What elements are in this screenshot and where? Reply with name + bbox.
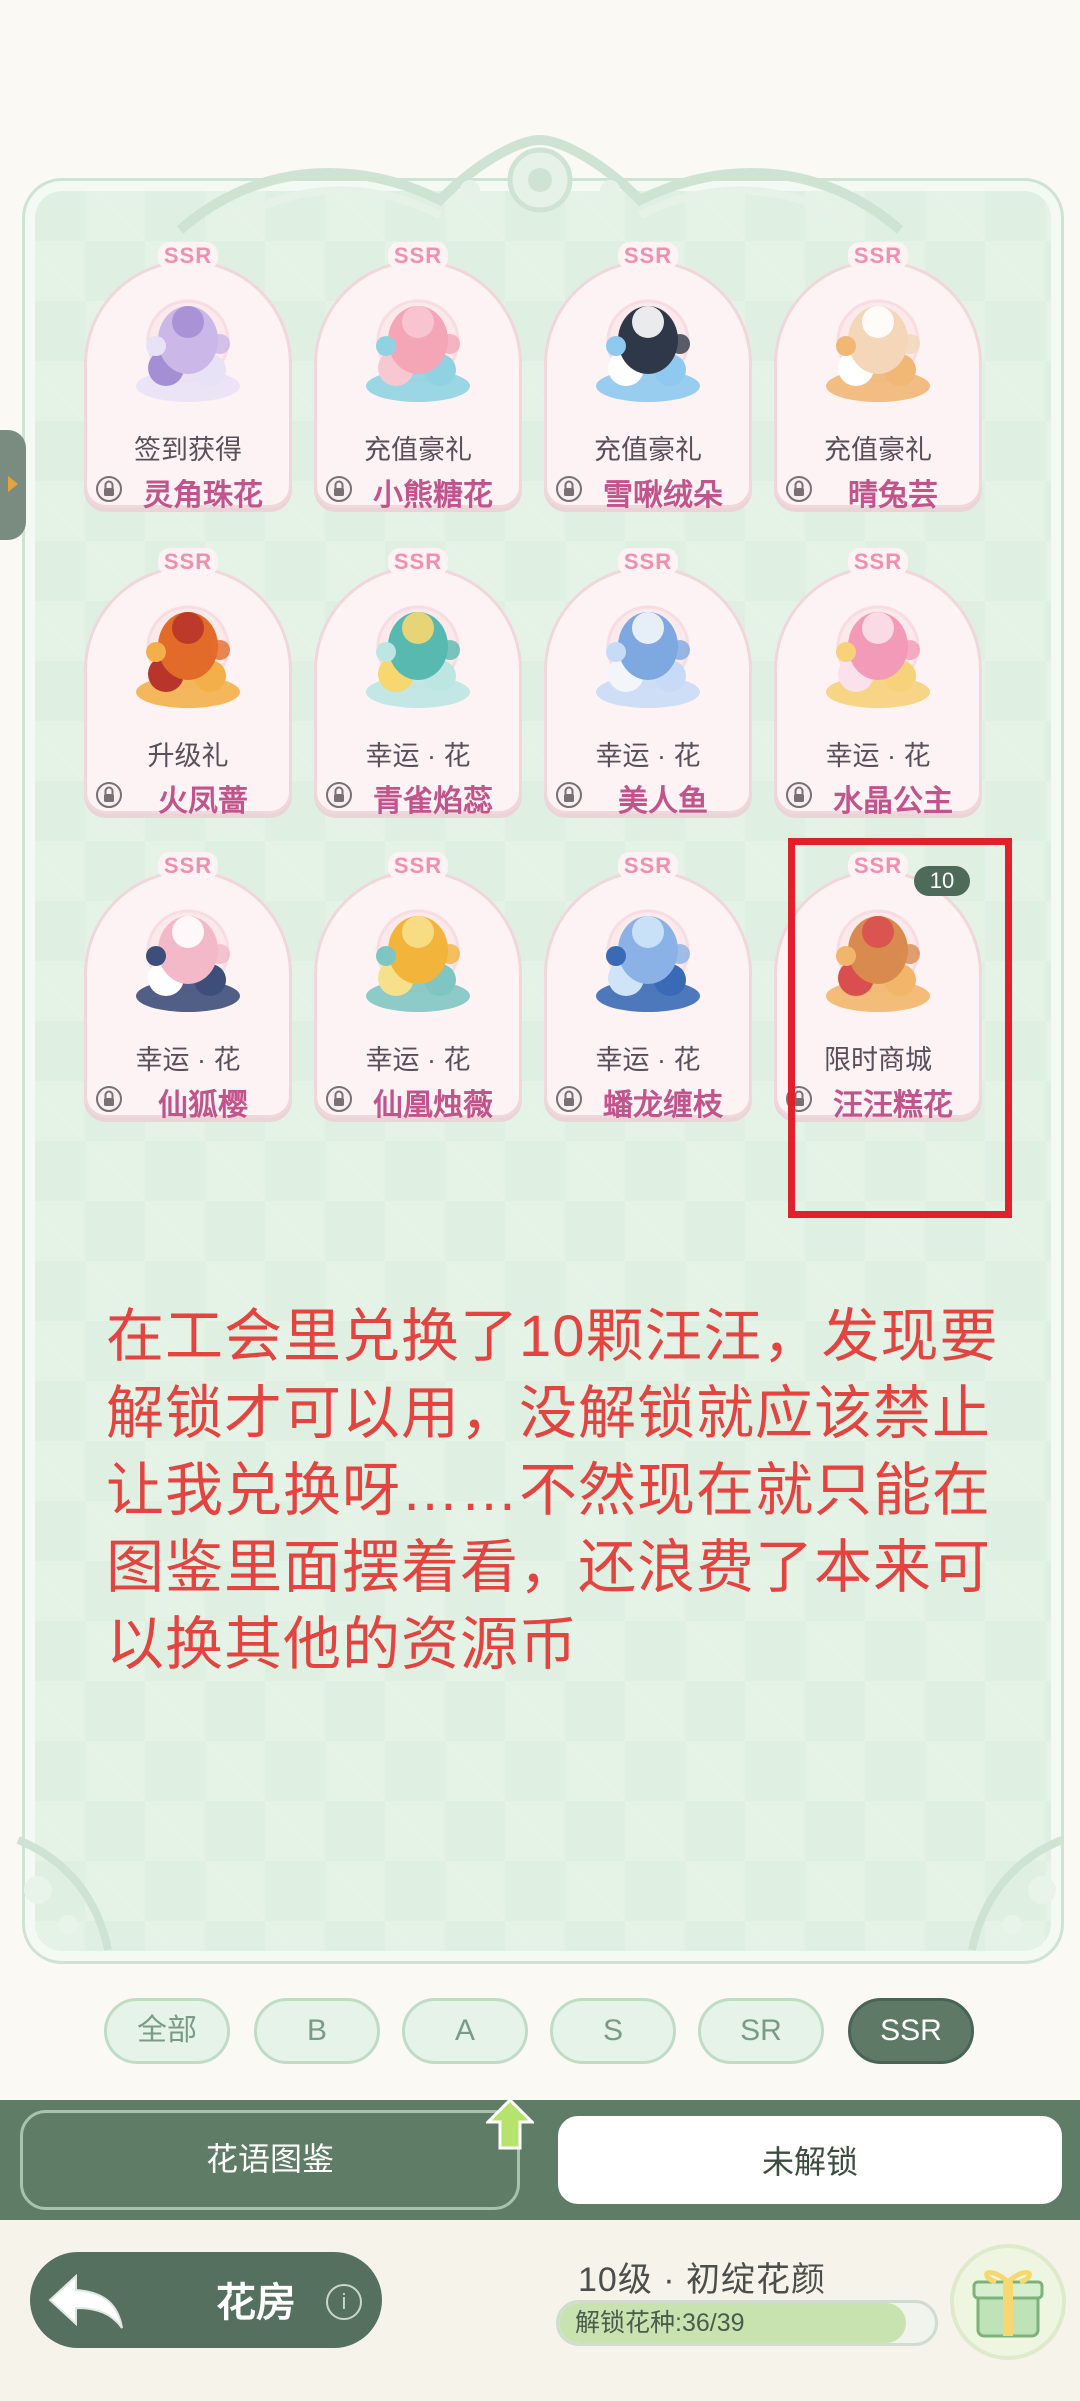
- card-name: 灵角珠花: [143, 479, 263, 512]
- flower-art: [366, 916, 470, 1012]
- flower-card[interactable]: SSR 充值豪礼 小熊糖花: [314, 238, 522, 512]
- flower-card[interactable]: SSR 签到获得 灵角珠花: [84, 238, 292, 512]
- home-button[interactable]: 花房 i: [30, 2252, 382, 2348]
- rarity-badge: SSR: [848, 548, 908, 576]
- back-arrow-icon: [48, 2273, 123, 2329]
- rarity-badge: SSR: [618, 852, 678, 880]
- filter-all[interactable]: 全部: [104, 1998, 230, 2064]
- flower-card[interactable]: SSR 升级礼 火凤蔷: [84, 544, 292, 818]
- flower-card[interactable]: SSR 幸运 · 花 美人鱼: [544, 544, 752, 818]
- unlock-progress-bar: 解锁花种:36/39: [556, 2300, 938, 2346]
- card-name: 水晶公主: [833, 785, 953, 818]
- info-icon[interactable]: i: [326, 2284, 362, 2320]
- filter-s[interactable]: S: [550, 1998, 676, 2064]
- card-name: 仙狐樱: [158, 1089, 248, 1122]
- flower-art: [826, 612, 930, 708]
- flower-art: [596, 612, 700, 708]
- rarity-badge: SSR: [388, 242, 448, 270]
- card-name: 雪啾绒朵: [603, 479, 723, 512]
- level-title: 10级 · 初绽花颜: [578, 2261, 827, 2299]
- card-source: 幸运 · 花: [825, 741, 931, 771]
- filter-b[interactable]: B: [254, 1998, 380, 2064]
- card-source: 充值豪礼: [594, 435, 702, 465]
- flower-art: [596, 916, 700, 1012]
- card-source: 幸运 · 花: [365, 741, 471, 771]
- tab-flower-codex[interactable]: 花语图鉴: [20, 2110, 520, 2210]
- rarity-badge: SSR: [158, 852, 218, 880]
- flower-card[interactable]: SSR 充值豪礼 晴兔芸: [774, 238, 982, 512]
- flower-card[interactable]: SSR 幸运 · 花 仙狐樱: [84, 848, 292, 1122]
- card-source: 签到获得: [134, 435, 242, 465]
- rarity-badge: SSR: [158, 242, 218, 270]
- flower-card[interactable]: SSR 充值豪礼 雪啾绒朵: [544, 238, 752, 512]
- corner-ornament-left: [16, 1836, 112, 1951]
- flower-card[interactable]: SSR 幸运 · 花 蟠龙缠枝: [544, 848, 752, 1122]
- panel-crown-ornament: [176, 134, 904, 234]
- side-drawer-handle[interactable]: [0, 430, 26, 540]
- rarity-badge: SSR: [618, 548, 678, 576]
- card-name: 美人鱼: [618, 785, 708, 818]
- flower-art: [136, 306, 240, 402]
- flower-art: [136, 612, 240, 708]
- filter-ssr[interactable]: SSR: [848, 1998, 974, 2064]
- annotation-text: 在工会里兑换了10颗汪汪，发现要解锁才可以用，没解锁就应该禁止让我兑换呀……不然…: [106, 1304, 999, 1677]
- card-source: 幸运 · 花: [595, 1045, 701, 1075]
- flower-card[interactable]: SSR 幸运 · 花 青雀焰蕊: [314, 544, 522, 818]
- card-source: 幸运 · 花: [135, 1045, 241, 1075]
- card-source: 充值豪礼: [364, 435, 472, 465]
- rarity-badge: SSR: [158, 548, 218, 576]
- rarity-badge: SSR: [848, 242, 908, 270]
- filter-a[interactable]: A: [402, 1998, 528, 2064]
- up-arrow-icon: [486, 2098, 534, 2150]
- filter-sr[interactable]: SR: [698, 1998, 824, 2064]
- card-name: 小熊糖花: [373, 479, 493, 512]
- rarity-badge: SSR: [388, 852, 448, 880]
- flower-art: [366, 306, 470, 402]
- card-source: 幸运 · 花: [365, 1045, 471, 1075]
- card-name: 蟠龙缠枝: [603, 1089, 723, 1122]
- tab-locked[interactable]: 未解锁: [552, 2110, 1068, 2210]
- card-name: 青雀焰蕊: [373, 785, 493, 818]
- progress-text: 解锁花种:36/39: [575, 2309, 745, 2337]
- flower-art: [366, 612, 470, 708]
- rarity-badge: SSR: [388, 548, 448, 576]
- corner-ornament-right: [968, 1836, 1064, 1951]
- flower-art: [136, 916, 240, 1012]
- red-highlight-box: [788, 838, 1012, 1218]
- flower-art: [826, 306, 930, 402]
- flower-art: [596, 306, 700, 402]
- card-source: 充值豪礼: [824, 435, 932, 465]
- flower-card[interactable]: SSR 幸运 · 花 水晶公主: [774, 544, 982, 818]
- card-source: 升级礼: [147, 741, 229, 771]
- flower-card[interactable]: SSR 幸运 · 花 仙凰烛薇: [314, 848, 522, 1122]
- home-label: 花房: [216, 2281, 296, 2325]
- card-name: 晴兔芸: [848, 479, 938, 512]
- gift-icon[interactable]: [948, 2242, 1068, 2362]
- card-source: 幸运 · 花: [595, 741, 701, 771]
- card-name: 仙凰烛薇: [373, 1089, 493, 1122]
- card-name: 火凤蔷: [158, 785, 248, 818]
- rarity-badge: SSR: [618, 242, 678, 270]
